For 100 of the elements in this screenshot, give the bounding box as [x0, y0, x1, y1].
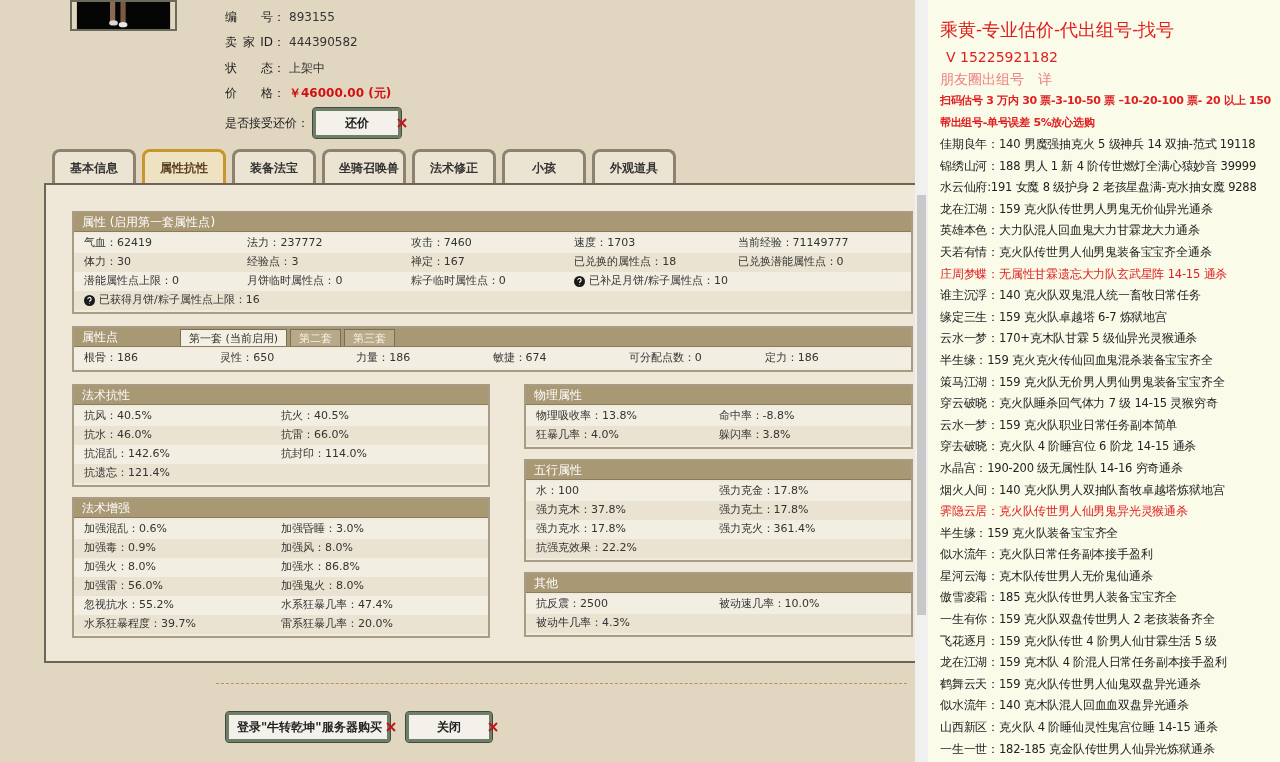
- ad-text: 云水一梦：170+克木队甘霖 5 级仙异光灵猴通杀: [940, 330, 1199, 348]
- ad-text: V 15225921182: [945, 48, 1059, 67]
- action-button[interactable]: 还价: [313, 108, 401, 138]
- set-tab[interactable]: 第一套 (当前启用): [180, 329, 288, 346]
- stat-text: 加强水：86.8%: [281, 559, 361, 576]
- stat-text: 已补足月饼/粽子属性点：10: [589, 273, 728, 290]
- action-button[interactable]: 登录"牛转乾坤"服务器购买: [226, 712, 390, 742]
- stat-text: 躲闪率：3.8%: [718, 427, 792, 444]
- field-label: ID：: [260, 34, 285, 52]
- stat-text: 速度：1703: [574, 235, 636, 252]
- ad-text: 龙在江湖：159 克木队 4 阶混人日常任务副本接手盈利: [940, 654, 1228, 672]
- ad-text: 帮出组号-单号误差 5%放心选购: [940, 115, 1096, 131]
- stat-text: 抗强克效果：22.2%: [536, 540, 638, 557]
- stat-text: 强力克火：361.4%: [718, 521, 817, 538]
- stat-text: 根骨：186: [84, 350, 139, 367]
- stat-text: 抗雷：66.0%: [281, 427, 350, 444]
- stat-text: 潜能属性点上限：0: [84, 273, 179, 290]
- stat-text: 水：100: [536, 483, 580, 500]
- stat-text: 加强雷：56.0%: [84, 578, 164, 595]
- stat-text: 已兑换的属性点：18: [574, 254, 677, 271]
- section-header: 其他: [526, 574, 911, 593]
- ad-text: 朋友圈出组号 详: [940, 70, 1053, 89]
- stat-text: 强力克木：37.8%: [536, 502, 627, 519]
- field-label: 价: [225, 85, 237, 103]
- field-label: 卖: [225, 34, 237, 52]
- field-label: 状: [225, 59, 237, 77]
- stat-text: 雷系狂暴几率：20.0%: [281, 616, 394, 633]
- ad-text: 鹤舞云天：159 克火队传世男人仙鬼双盘异光通杀: [940, 675, 1202, 693]
- tab[interactable]: 属性抗性: [142, 149, 226, 183]
- stat-text: 忽视抗水：55.2%: [84, 597, 175, 614]
- ad-text: 英雄本色：大力队混人回血鬼大力甘霖龙大力通杀: [940, 222, 1201, 240]
- stat-text: 抗风：40.5%: [84, 408, 153, 425]
- ad-text: 傲雪凌霜：185 克火队传世男人装备宝宝齐全: [940, 589, 1179, 607]
- ad-text: 半生缘：159 克火队装备宝宝齐全: [940, 524, 1120, 542]
- stat-text: 命中率：-8.8%: [718, 408, 796, 425]
- tab[interactable]: 装备法宝: [232, 149, 316, 183]
- stat-text: 月饼临时属性点：0: [247, 273, 343, 290]
- stat-text: 物理吸收率：13.8%: [536, 408, 638, 425]
- section-header: 物理属性: [526, 386, 911, 405]
- tab[interactable]: 外观道具: [592, 149, 676, 183]
- stat-text: 可分配点数：0: [628, 350, 703, 367]
- stat-text: 被动速几率：10.0%: [718, 596, 821, 613]
- field-value: ￥46000.00 (元): [289, 85, 392, 103]
- ad-text: 乘黄-专业估价-代出组号-找号: [940, 18, 1176, 42]
- field-label: 格：: [261, 85, 285, 103]
- section-header: 五行属性: [526, 461, 911, 480]
- tab[interactable]: 法术修正: [412, 149, 496, 183]
- field-label: 是否接受还价：: [225, 115, 309, 132]
- stat-text: 当前经验：71149777: [737, 235, 849, 252]
- stat-text: 已兑换潜能属性点：0: [737, 254, 844, 271]
- section-header: 属性 (启用第一套属性点): [74, 213, 911, 232]
- field-label: 态：: [261, 59, 285, 77]
- tab[interactable]: 基本信息: [52, 149, 136, 183]
- section-header: 法术抗性: [74, 386, 488, 405]
- section-title: 属性点: [81, 329, 119, 346]
- help-icon: [574, 276, 586, 287]
- ad-text: 山西新区：克火队 4 阶睡仙灵性鬼宫位睡 14-15 通杀: [940, 719, 1219, 737]
- ad-text: 锦绣山河：188 男人 1 新 4 阶传世燃灯全满心猿妙音 39999: [940, 157, 1258, 175]
- section-header: 法术增强: [74, 499, 488, 518]
- ad-text: 水云仙府:191 女魔 8 级护身 2 老孩星盘满-克水抽女魔 9288: [940, 179, 1258, 197]
- tab[interactable]: 小孩: [502, 149, 586, 183]
- ad-text: 佳期良年：140 男魔强抽克火 5 级神兵 14 双抽-范式 19118: [940, 136, 1257, 153]
- ad-text: 一生有你：159 克火队双盘传世男人 2 老孩装备齐全: [940, 611, 1216, 629]
- ad-text: 龙在江湖：159 克火队传世男人男鬼无价仙异光通杀: [940, 200, 1214, 218]
- stat-text: 加强火：8.0%: [84, 559, 157, 576]
- ad-text: 扫码估号 3 万内 30 票-3-10-50 票 –10-20-100 票- 20 以上 150: [940, 93, 1272, 109]
- ad-text: 穿云破晓：克火队睡杀回气体力 7 级 14-15 灵猴穷奇: [940, 395, 1219, 413]
- field-label: 编: [225, 8, 237, 26]
- stat-text: 加强毒：0.9%: [84, 540, 157, 557]
- stat-text: 已获得月饼/粽子属性点上限：16: [99, 292, 260, 309]
- stat-text: 抗火：40.5%: [281, 408, 350, 425]
- stat-text: 加强鬼火：8.0%: [281, 578, 365, 595]
- stat-text: 法力：237772: [247, 235, 323, 252]
- stat-text: 水系狂暴几率：47.4%: [281, 597, 394, 614]
- stat-text: 水系狂暴程度：39.7%: [84, 616, 197, 633]
- field-value: 893155: [289, 8, 335, 26]
- stat-text: 定力：186: [764, 350, 820, 367]
- field-value: 上架中: [289, 59, 325, 77]
- ad-text: 谁主沉浮：140 克火队双鬼混人统一畜牧日常任务: [940, 287, 1202, 305]
- stat-text: 狂暴几率：4.0%: [536, 427, 620, 444]
- tab[interactable]: 坐骑召唤兽: [322, 149, 406, 183]
- stat-text: 抗反震：2500: [536, 596, 609, 613]
- field-label: 家: [242, 34, 255, 52]
- stat-text: 加强风：8.0%: [281, 540, 354, 557]
- stat-text: 抗遗忘：121.4%: [84, 465, 171, 482]
- scrollbar-thumb[interactable]: [917, 195, 926, 615]
- stat-text: 禅定：167: [410, 254, 465, 271]
- ad-text: 缘定三生：159 克火队卓越塔 6-7 炼狱地宫: [940, 308, 1168, 326]
- ad-text: 半生缘：159 克火克火传仙回血鬼混杀装备宝宝齐全: [940, 351, 1214, 369]
- field-value: 444390582: [289, 34, 358, 52]
- ad-text: 一生一世：182-185 克金队传世男人仙异光炼狱通杀: [940, 740, 1216, 758]
- field-label: 号：: [261, 8, 285, 26]
- ad-text: 云水一梦：159 克火队职业日常任务副本简单: [940, 416, 1179, 434]
- stat-text: 粽子临时属性点：0: [410, 273, 506, 290]
- ad-text: 霁隐云居：克火队传世男人仙男鬼异光灵猴通杀: [940, 503, 1189, 521]
- ad-text: 庄周梦蝶：无属性甘霖遗忘大力队玄武星阵 14-15 通杀: [940, 265, 1229, 283]
- ad-text: 水晶宫：190-200 级无属性队 14-16 穷奇通杀: [940, 459, 1184, 477]
- ad-text: 星河云海：克木队传世男人无价鬼仙通杀: [940, 567, 1154, 585]
- ad-text: 穿去破晓：克火队 4 阶睡宫位 6 阶龙 14-15 通杀: [940, 438, 1198, 456]
- action-button[interactable]: 关闭: [406, 712, 492, 742]
